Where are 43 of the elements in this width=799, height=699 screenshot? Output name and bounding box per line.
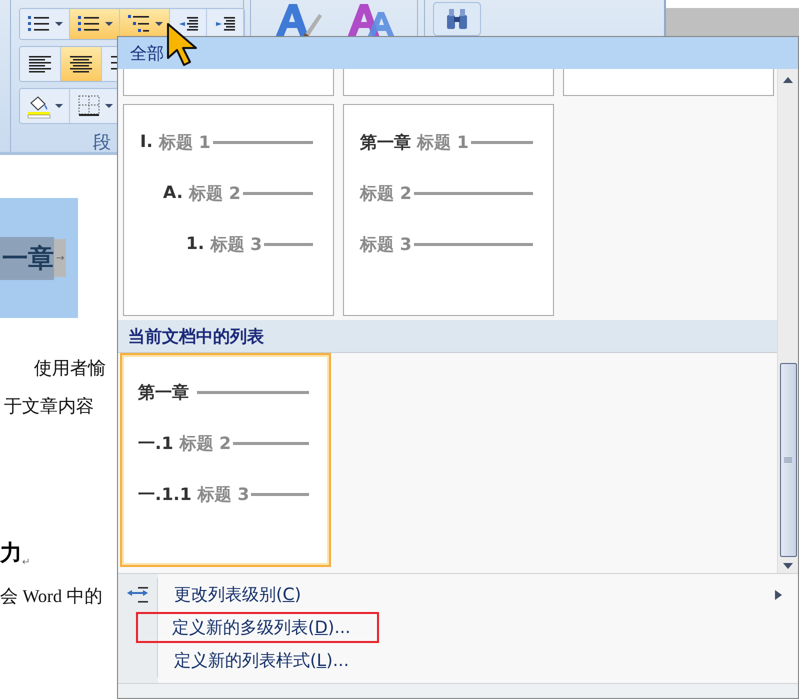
menu-item[interactable]: 更改列表级别(C) — [174, 585, 302, 605]
menu-item[interactable]: 定义新的多级列表(D)... — [172, 618, 351, 638]
scroll-down-icon[interactable] — [783, 563, 793, 569]
level-text: 标题 2 — [360, 182, 412, 204]
border-grid-icon — [76, 93, 102, 119]
multilevel-list-icon — [126, 13, 152, 35]
paragraph-mark: ↵ — [22, 557, 30, 568]
list-number: 一.1 — [138, 432, 174, 454]
chapter-heading: 一章 — [0, 236, 54, 280]
binoculars-icon — [444, 7, 470, 31]
scroll-up-icon[interactable] — [783, 77, 793, 83]
list-number: 第一章 — [138, 382, 189, 404]
level-text: 标题 1 — [417, 132, 469, 154]
section-title: 当前文档中的列表 — [128, 326, 264, 348]
category-label: 全部 — [130, 42, 164, 64]
level-text: 标题 1 — [158, 132, 211, 154]
scroll-thumb[interactable] — [780, 363, 796, 557]
align-left-icon — [26, 53, 54, 75]
align-center-button[interactable] — [61, 47, 102, 81]
find-button[interactable] — [433, 2, 481, 36]
body-text: 会 Word 中的 — [0, 585, 103, 608]
level-text: 标题 3 — [360, 234, 412, 256]
level-text: 标题 3 — [210, 234, 262, 256]
group-label: 段 — [93, 131, 111, 154]
list-number: A. — [163, 183, 183, 203]
tab-mark: → — [54, 239, 66, 277]
list-number: 一.1.1 — [138, 484, 192, 506]
list-number: I. — [140, 132, 153, 152]
list-number: 第一章 — [360, 132, 411, 154]
level-text: 标题 2 — [179, 432, 232, 454]
body-text: 于文章内容 — [4, 395, 95, 418]
level-text: 标题 3 — [198, 484, 250, 506]
list-style-card[interactable]: I. 标题 1 A. 标题 2 1. 标题 3 — [123, 104, 334, 316]
scrollbar[interactable] — [777, 69, 798, 573]
numbering-button[interactable] — [70, 9, 120, 39]
list-style-card[interactable]: 第一章 标题 1 标题 2 标题 3 — [343, 104, 554, 316]
list-level-icon — [126, 584, 150, 604]
body-text: 使用者愉 — [34, 357, 107, 380]
level-text: 标题 2 — [188, 182, 241, 204]
list-number: 1. — [186, 234, 204, 254]
menu-item[interactable]: 定义新的列表样式(L)... — [174, 651, 349, 671]
align-center-icon — [67, 53, 95, 75]
list-style-card[interactable]: 第一章 一.1 标题 2 一.1.1 标题 3 — [120, 353, 331, 567]
